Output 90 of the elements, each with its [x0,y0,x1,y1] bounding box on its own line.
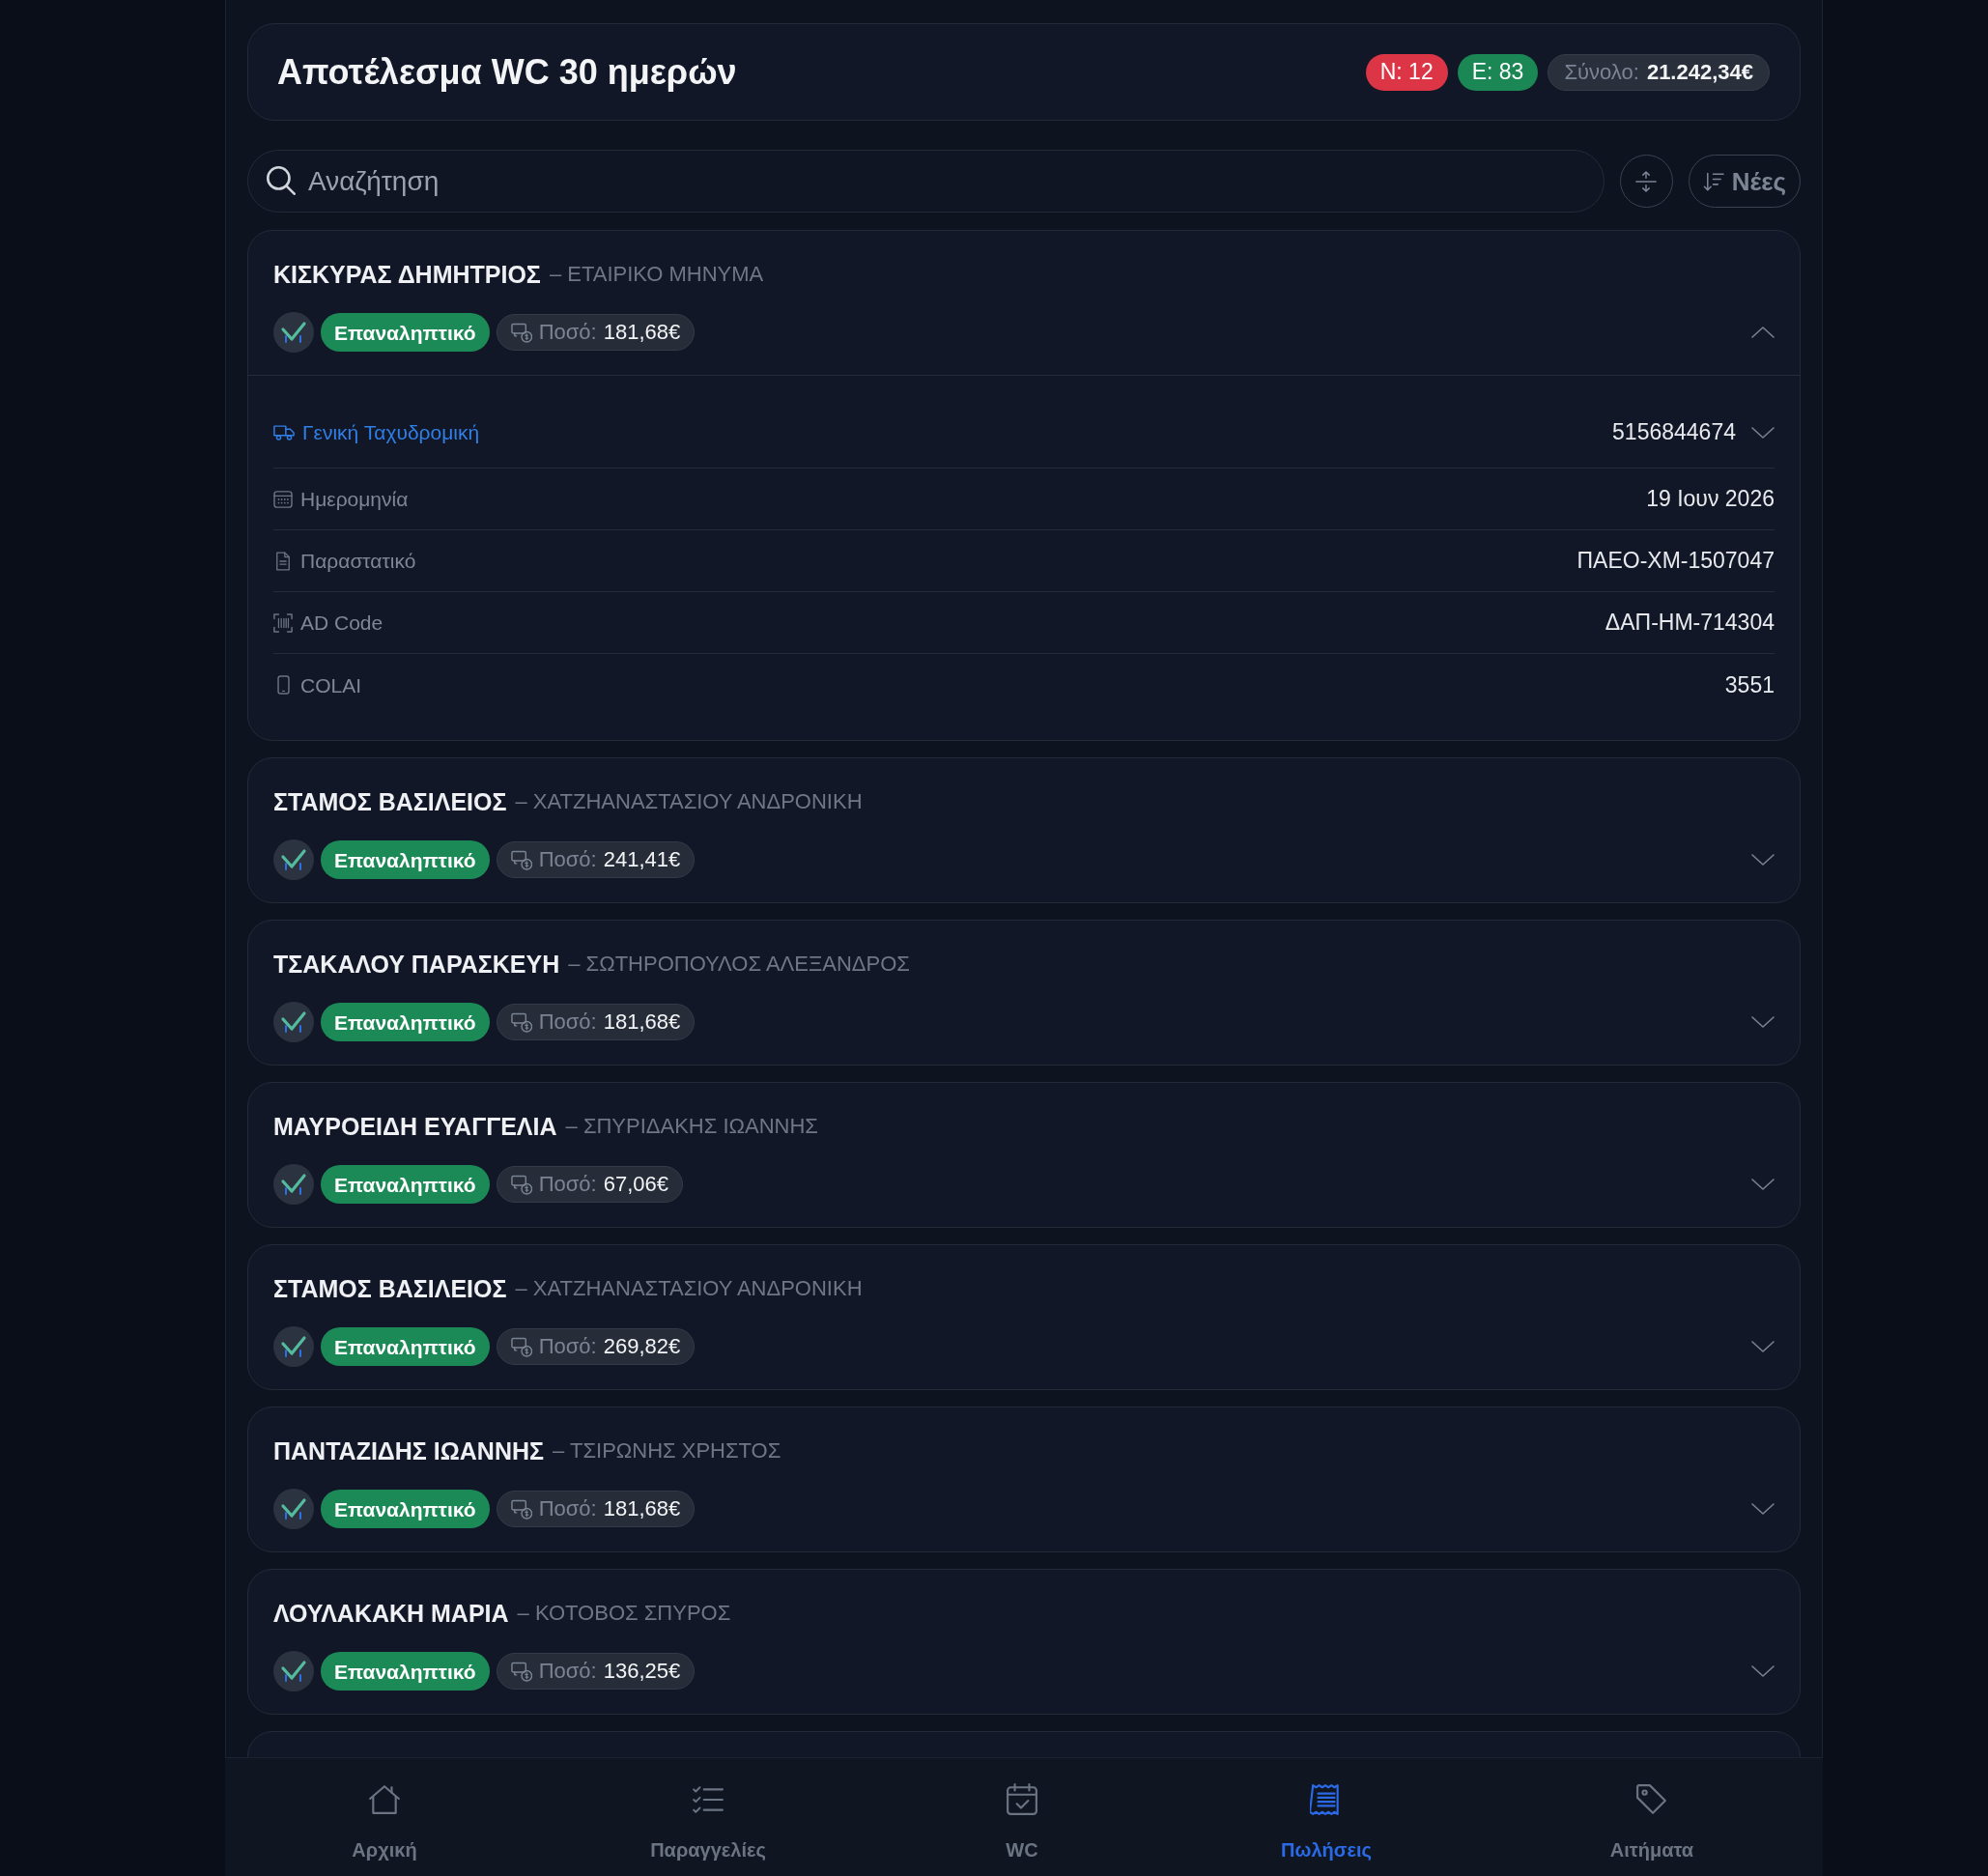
phone-icon [276,675,290,695]
amount-label: Ποσό: [538,849,597,870]
truck-icon [273,423,295,441]
field-value: 19 Ιουν 2026 [1646,488,1775,510]
cash-icon [510,1174,532,1195]
sort-icon [1702,171,1724,191]
customer-name: ΤΣΑΚΑΛΟΥ ΠΑΡΑΣΚΕΥΗ [273,952,560,977]
page-title: Αποτέλεσμα WC 30 ημερών [277,54,737,90]
chevron-down-icon[interactable] [1751,854,1775,866]
calendar-check-icon [1006,1783,1038,1816]
customer-name: ΚΙΣΚΥΡΑΣ ΔΗΜΗΤΡΙΟΣ [273,262,541,287]
chevron-down-icon[interactable] [1751,1665,1775,1677]
chevron-down-icon[interactable] [1751,1179,1775,1190]
amount-label: Ποσό: [538,1336,597,1357]
customer-subtitle: – ΣΩΤΗΡΟΠΟΥΛΟΣ ΑΛΕΞΑΝΔΡΟΣ [568,953,910,975]
cash-icon [510,322,532,343]
field-label: Ημερομηνία [300,489,409,509]
chevron-down-icon[interactable] [1751,1016,1775,1028]
count-badge: E: 83 [1457,53,1539,91]
cash-icon [510,1011,532,1033]
check-icon [273,1326,314,1367]
split-arrows-icon [1635,170,1658,192]
nav-tab[interactable]: Πωλήσεις [1172,1758,1481,1876]
customer-subtitle: – ΕΤΑΙΡΙΚΟ ΜΗΝΥΜΑ [549,264,764,285]
amount-value: 67,06€ [603,1174,668,1195]
search-icon [267,166,296,195]
check-icon [273,1002,314,1042]
tag-icon [1635,1783,1668,1816]
customer-name: ΜΑΥΡΟΕΙΔΗ ΕΥΑΓΓΕΛΙΑ [273,1114,557,1139]
calendar-icon [273,490,293,508]
cash-icon [510,1336,532,1357]
order-type-tag: Επαναληπτικό [321,840,490,879]
field-label: COLAI [300,674,362,696]
cash-icon [510,849,532,870]
cash-icon [510,1498,532,1520]
nav-tab[interactable]: Αρχική [225,1758,544,1876]
amount-label: Ποσό: [538,1011,597,1033]
chevron-down-icon[interactable] [1751,1503,1775,1515]
order-type-tag: Επαναληπτικό [321,1165,490,1204]
home-icon [368,1783,401,1816]
chevron-up-icon[interactable] [1751,327,1775,338]
check-icon [273,312,314,353]
nav-tab[interactable]: Παραγγελίες [544,1758,872,1876]
customer-name: ΣΤΑΜΟΣ ΒΑΣΙΛΕΙΟΣ [273,789,507,814]
check-icon [273,839,314,880]
amount-label: Ποσό: [538,1174,597,1195]
customer-subtitle: – ΤΣΙΡΩΝΗΣ ΧΡΗΣΤΟΣ [553,1440,781,1462]
amount-label: Ποσό: [538,1661,597,1682]
courier-link[interactable]: Γενική Ταχυδρομική [273,422,480,442]
nav-tab[interactable]: WC [872,1758,1172,1876]
field-value: ΠΑΕΟ-ΧΜ-1507047 [1576,550,1775,572]
order-type-tag: Επαναληπτικό [321,1327,490,1366]
chevron-down-icon[interactable] [1751,426,1775,439]
amount-label: Ποσό: [538,1498,597,1520]
amount-value: 269,82€ [603,1336,681,1357]
barcode-icon [273,612,293,633]
checklist-icon [692,1783,724,1816]
amount-value: 181,68€ [603,322,681,343]
order-type-tag: Επαναληπτικό [321,1652,490,1691]
amount-value: 136,25€ [603,1661,681,1682]
field-label: Παραστατικό [300,551,416,571]
customer-subtitle: – ΚΟΤΟΒΟΣ ΣΠΥΡΟΣ [517,1603,731,1624]
cash-icon [510,1661,532,1682]
order-type-tag: Επαναληπτικό [321,1490,490,1528]
check-icon [273,1489,314,1529]
search-field[interactable]: Αναζήτηση [247,150,1605,213]
field-value: 3551 [1724,673,1775,696]
order-type-tag: Επαναληπτικό [321,313,490,352]
tracking-number: 5156844674 [1612,421,1736,443]
amount-value: 181,68€ [603,1498,681,1520]
check-icon [273,1164,314,1205]
total-label: Σύνολο: [1564,61,1639,83]
document-icon [275,551,291,571]
count-badge: N: 12 [1365,53,1448,91]
check-icon [273,1651,314,1691]
chevron-down-icon[interactable] [1751,1341,1775,1352]
order-type-tag: Επαναληπτικό [321,1003,490,1041]
customer-subtitle: – ΣΠΥΡΙΔΑΚΗΣ ΙΩΑΝΝΗΣ [565,1116,818,1137]
field-value: ΔΑΠ-ΗΜ-714304 [1605,611,1775,634]
total-value: 21.242,34€ [1646,61,1753,83]
nav-tab[interactable]: Αιτήματα [1481,1758,1823,1876]
customer-name: ΠΑΝΤΑΖΙΔΗΣ ΙΩΑΝΝΗΣ [273,1438,545,1464]
customer-subtitle: – ΧΑΤΖΗΑΝΑΣΤΑΣΙΟΥ ΑΝΔΡΟΝΙΚΗ [515,1278,863,1299]
amount-label: Ποσό: [538,322,597,343]
amount-value: 181,68€ [603,1011,681,1033]
amount-value: 241,41€ [603,849,681,870]
field-label: AD Code [300,612,383,633]
customer-name: ΛΟΥΛΑΚΑΚΗ ΜΑΡΙΑ [273,1601,509,1626]
customer-name: ΣΤΑΜΟΣ ΒΑΣΙΛΕΙΟΣ [273,1276,507,1301]
customer-subtitle: – ΧΑΤΖΗΑΝΑΣΤΑΣΙΟΥ ΑΝΔΡΟΝΙΚΗ [515,791,863,812]
